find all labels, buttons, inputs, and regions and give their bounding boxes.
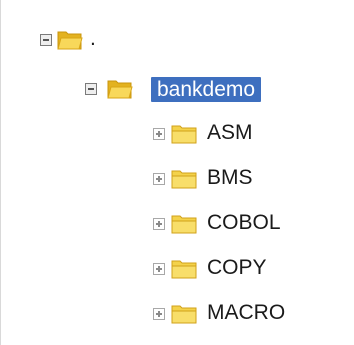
tree-node-macro[interactable]: MACRO (1, 298, 331, 328)
tree-node-label: COPY (207, 256, 267, 279)
expand-icon[interactable] (153, 218, 165, 230)
tree-node-label: . (90, 27, 96, 50)
tree-node-label: bankdemo (151, 77, 262, 102)
tree-node-label: BMS (207, 166, 253, 189)
folder-closed-icon (171, 215, 197, 234)
collapse-icon[interactable] (85, 83, 97, 95)
expand-icon[interactable] (153, 308, 165, 320)
folder-open-icon (57, 31, 83, 50)
tree-node-label: MACRO (207, 301, 286, 324)
tree-node-label: COBOL (207, 211, 281, 234)
tree-node-bankdemo[interactable]: bankdemo (1, 73, 331, 103)
tree-node-bms[interactable]: BMS (1, 163, 301, 193)
expand-icon[interactable] (153, 173, 165, 185)
tree-node-label: ASM (207, 121, 253, 144)
tree-node-asm[interactable]: ASM (1, 118, 301, 148)
tree-node-copy[interactable]: COPY (1, 253, 311, 283)
tree-node-root[interactable]: . (1, 24, 141, 54)
folder-closed-icon (171, 125, 197, 144)
expand-icon[interactable] (153, 263, 165, 275)
folder-closed-icon (171, 305, 197, 324)
folder-closed-icon (171, 260, 197, 279)
folder-closed-icon (171, 170, 197, 189)
folder-open-icon (107, 80, 133, 99)
collapse-icon[interactable] (40, 34, 52, 46)
folder-tree: . bankdemo ASM BMS COBOL COPY MACRO (0, 0, 354, 345)
expand-icon[interactable] (153, 128, 165, 140)
tree-node-cobol[interactable]: COBOL (1, 208, 321, 238)
